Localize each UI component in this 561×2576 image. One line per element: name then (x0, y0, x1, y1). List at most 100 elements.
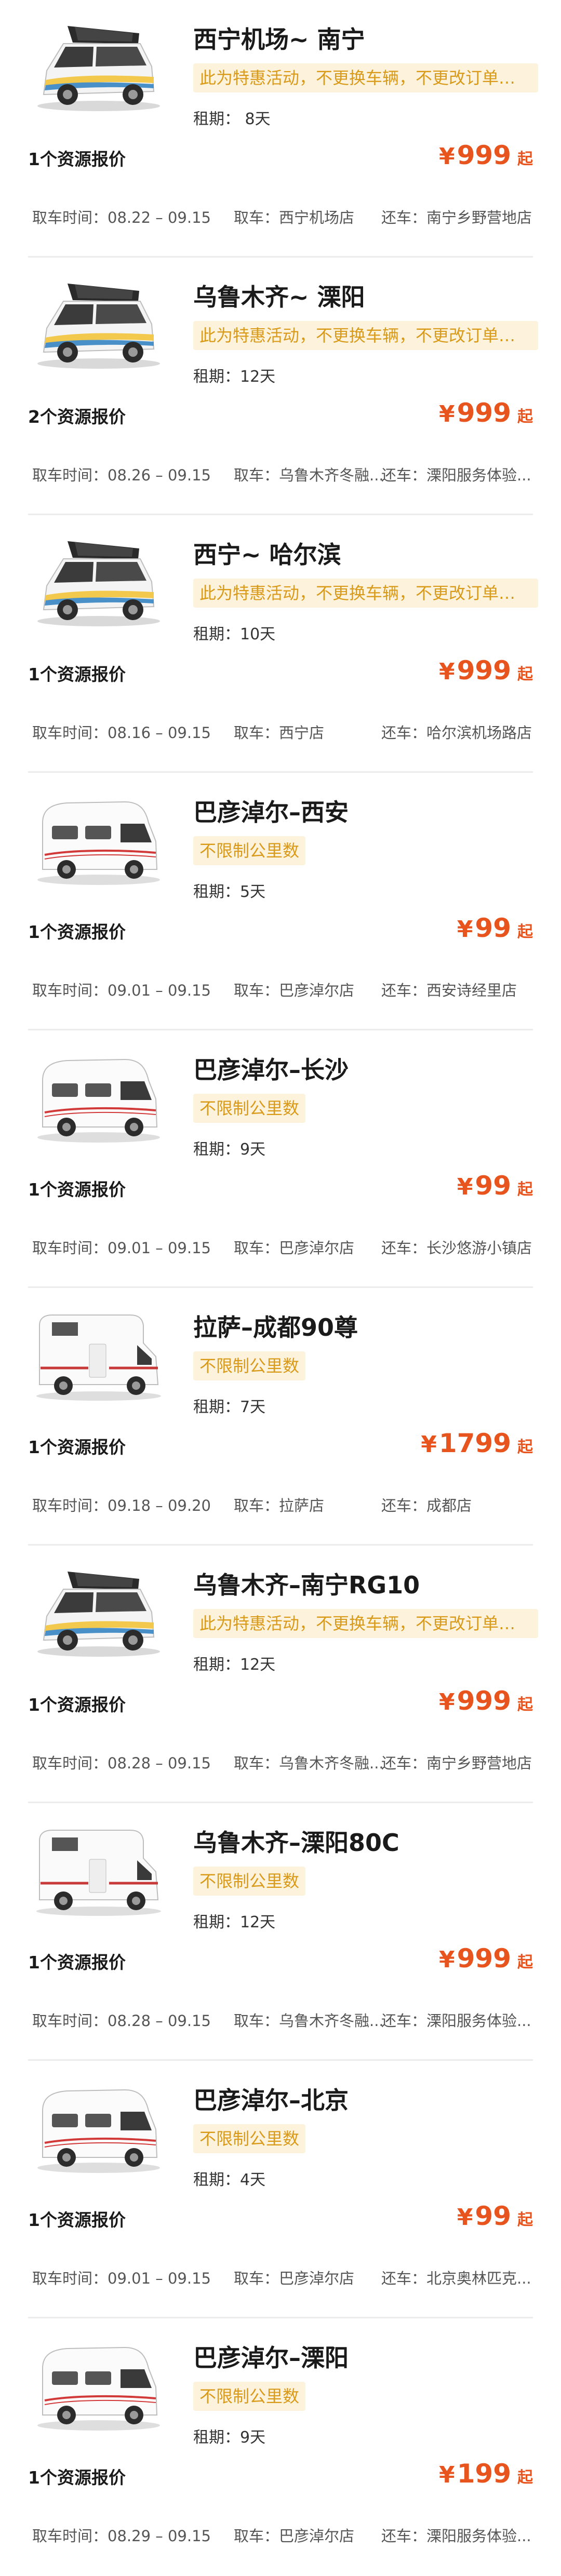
price: ¥ 99 起 (457, 913, 533, 943)
rental-duration: 租期：12天 (193, 1656, 276, 1674)
pickup-time: 取车时间：08.26 – 09.15 (32, 466, 211, 484)
return-store: 还车：溧阳服务体验... (381, 2012, 531, 2030)
price-value: 99 (475, 2201, 511, 2231)
motorhome-image (36, 1830, 161, 1916)
pickup-store: 取车：巴彦淖尔店 (234, 1239, 355, 1257)
pickup-store: 取车：巴彦淖尔店 (234, 2270, 355, 2287)
price-suffix: 起 (517, 665, 533, 683)
offer-count: 2个资源报价 (28, 407, 126, 427)
rental-duration: 租期：4天 (193, 2171, 266, 2189)
currency-symbol: ¥ (457, 2204, 473, 2231)
price-value: 99 (475, 913, 511, 943)
price: ¥ 999 起 (439, 398, 533, 428)
pickup-time: 取车时间：08.29 – 09.15 (32, 2527, 211, 2545)
promo-tag: 不限制公里数 (193, 1094, 306, 1123)
listing-card[interactable]: 乌鲁木齐–南宁RG10 此为特惠活动，不更换车辆，不更改订单时间... 租期：1… (0, 1546, 561, 1803)
price: ¥ 999 起 (439, 140, 533, 170)
route-title: 巴彦淖尔–北京 (193, 2086, 349, 2114)
offer-count: 1个资源报价 (28, 1952, 126, 1973)
price-suffix: 起 (517, 1180, 533, 1199)
currency-symbol: ¥ (439, 401, 455, 427)
pickup-time: 取车时间：08.28 – 09.15 (32, 1754, 211, 1772)
offer-count: 1个资源报价 (28, 922, 126, 942)
rental-duration: 租期：9天 (193, 1141, 266, 1159)
return-store: 还车：南宁乡野营地店 (381, 209, 532, 226)
price: ¥ 1799 起 (421, 1428, 533, 1458)
price-suffix: 起 (517, 1696, 533, 1714)
route-title: 巴彦淖尔–西安 (193, 798, 349, 826)
return-store: 还车：哈尔滨机场路店 (381, 724, 532, 742)
return-store: 还车：溧阳服务体验... (381, 466, 531, 484)
return-store: 还车：成都店 (381, 1497, 472, 1514)
promo-tag: 此为特惠活动，不更换车辆，不更改订单时间... (193, 63, 538, 92)
offer-count: 1个资源报价 (28, 1437, 126, 1457)
vehicle-thumbnail (31, 1564, 166, 1662)
pickup-time: 取车时间：08.22 – 09.15 (32, 209, 211, 226)
price: ¥ 99 起 (457, 2201, 533, 2231)
currency-symbol: ¥ (439, 1689, 455, 1715)
listing-card[interactable]: 乌鲁木齐~ 溧阳 此为特惠活动，不更换车辆，不更改订单时间... 租期：12天 … (0, 258, 561, 515)
pickup-time: 取车时间：09.01 – 09.15 (32, 982, 211, 999)
promo-tag: 不限制公里数 (193, 1351, 306, 1380)
price: ¥ 199 起 (439, 2459, 533, 2489)
pickup-store: 取车：巴彦淖尔店 (234, 982, 355, 999)
rental-duration: 租期：12天 (193, 368, 276, 386)
rental-duration: 租期：10天 (193, 625, 276, 643)
promo-tag: 此为特惠活动，不更换车辆，不更改订单时间... (193, 321, 538, 350)
return-store: 还车：南宁乡野营地店 (381, 1754, 532, 1772)
pickup-store: 取车：乌鲁木齐冬融... (234, 1754, 384, 1772)
route-title: 巴彦淖尔–溧阳 (193, 2344, 349, 2372)
listing-card[interactable]: 巴彦淖尔–北京 不限制公里数 租期：4天 1个资源报价 ¥ 99 起 取车时间：… (0, 2061, 561, 2318)
pickup-time: 取车时间：09.01 – 09.15 (32, 2270, 211, 2287)
price-value: 999 (457, 140, 511, 170)
listing-card[interactable]: 西宁机场~ 南宁 此为特惠活动，不更换车辆，不更改订单时间... 租期： 8天 … (0, 0, 561, 258)
offer-count: 1个资源报价 (28, 1179, 126, 1200)
pickup-store: 取车：乌鲁木齐冬融... (234, 466, 384, 484)
pickup-store: 取车：乌鲁木齐冬融... (234, 2012, 384, 2030)
return-store: 还车：北京奥林匹克... (381, 2270, 531, 2287)
campervan-image (37, 1058, 160, 1143)
price-suffix: 起 (517, 2468, 533, 2487)
pickup-store: 取车：西宁店 (234, 724, 325, 742)
price: ¥ 99 起 (457, 1171, 533, 1201)
rental-duration: 租期：12天 (193, 1913, 276, 1931)
promo-tag: 此为特惠活动，不更换车辆，不更改订单时间... (193, 579, 538, 608)
listing-card[interactable]: 巴彦淖尔–溧阳 不限制公里数 租期：9天 1个资源报价 ¥ 199 起 取车时间… (0, 2318, 561, 2576)
pickup-store: 取车：西宁机场店 (234, 209, 355, 226)
currency-symbol: ¥ (439, 1947, 455, 1973)
price-value: 999 (457, 398, 511, 428)
campervan-image (37, 26, 160, 111)
listing-card[interactable]: 巴彦淖尔–西安 不限制公里数 租期：5天 1个资源报价 ¥ 99 起 取车时间：… (0, 773, 561, 1030)
listing-card[interactable]: 乌鲁木齐–溧阳80C 不限制公里数 租期：12天 1个资源报价 ¥ 999 起 … (0, 1803, 561, 2061)
price-suffix: 起 (517, 2211, 533, 2229)
pickup-time: 取车时间：08.28 – 09.15 (32, 2012, 211, 2030)
vehicle-thumbnail (31, 1822, 166, 1920)
vehicle-thumbnail (31, 276, 166, 374)
price: ¥ 999 起 (439, 1686, 533, 1716)
offer-count: 1个资源报价 (28, 664, 126, 685)
price-suffix: 起 (517, 923, 533, 941)
campervan-image (37, 2089, 160, 2173)
vehicle-thumbnail (31, 19, 166, 116)
price-value: 999 (457, 1686, 511, 1716)
campervan-image (37, 801, 160, 885)
vehicle-thumbnail (31, 2337, 166, 2435)
price: ¥ 999 起 (439, 655, 533, 686)
pickup-store: 取车：拉萨店 (234, 1497, 325, 1514)
pickup-store: 取车：巴彦淖尔店 (234, 2527, 355, 2545)
listing-card[interactable]: 拉萨–成都90尊 不限制公里数 租期：7天 1个资源报价 ¥ 1799 起 取车… (0, 1288, 561, 1546)
motorhome-image (36, 1314, 161, 1401)
listing-card[interactable]: 西宁~ 哈尔滨 此为特惠活动，不更换车辆，不更改订单时间... 租期：10天 1… (0, 515, 561, 773)
route-title: 巴彦淖尔–长沙 (193, 1056, 349, 1084)
route-title: 西宁~ 哈尔滨 (193, 541, 341, 569)
rental-duration: 租期：5天 (193, 883, 266, 901)
currency-symbol: ¥ (421, 1431, 437, 1458)
campervan-image (37, 541, 160, 626)
vehicle-thumbnail (31, 534, 166, 632)
listing-card[interactable]: 巴彦淖尔–长沙 不限制公里数 租期：9天 1个资源报价 ¥ 99 起 取车时间：… (0, 1030, 561, 1288)
campervan-image (37, 1572, 160, 1657)
currency-symbol: ¥ (439, 143, 455, 170)
return-store: 还车：长沙悠游小镇店 (381, 1239, 532, 1257)
offer-count: 1个资源报价 (28, 149, 126, 169)
rv-listing-list: 西宁机场~ 南宁 此为特惠活动，不更换车辆，不更改订单时间... 租期： 8天 … (0, 0, 561, 2576)
